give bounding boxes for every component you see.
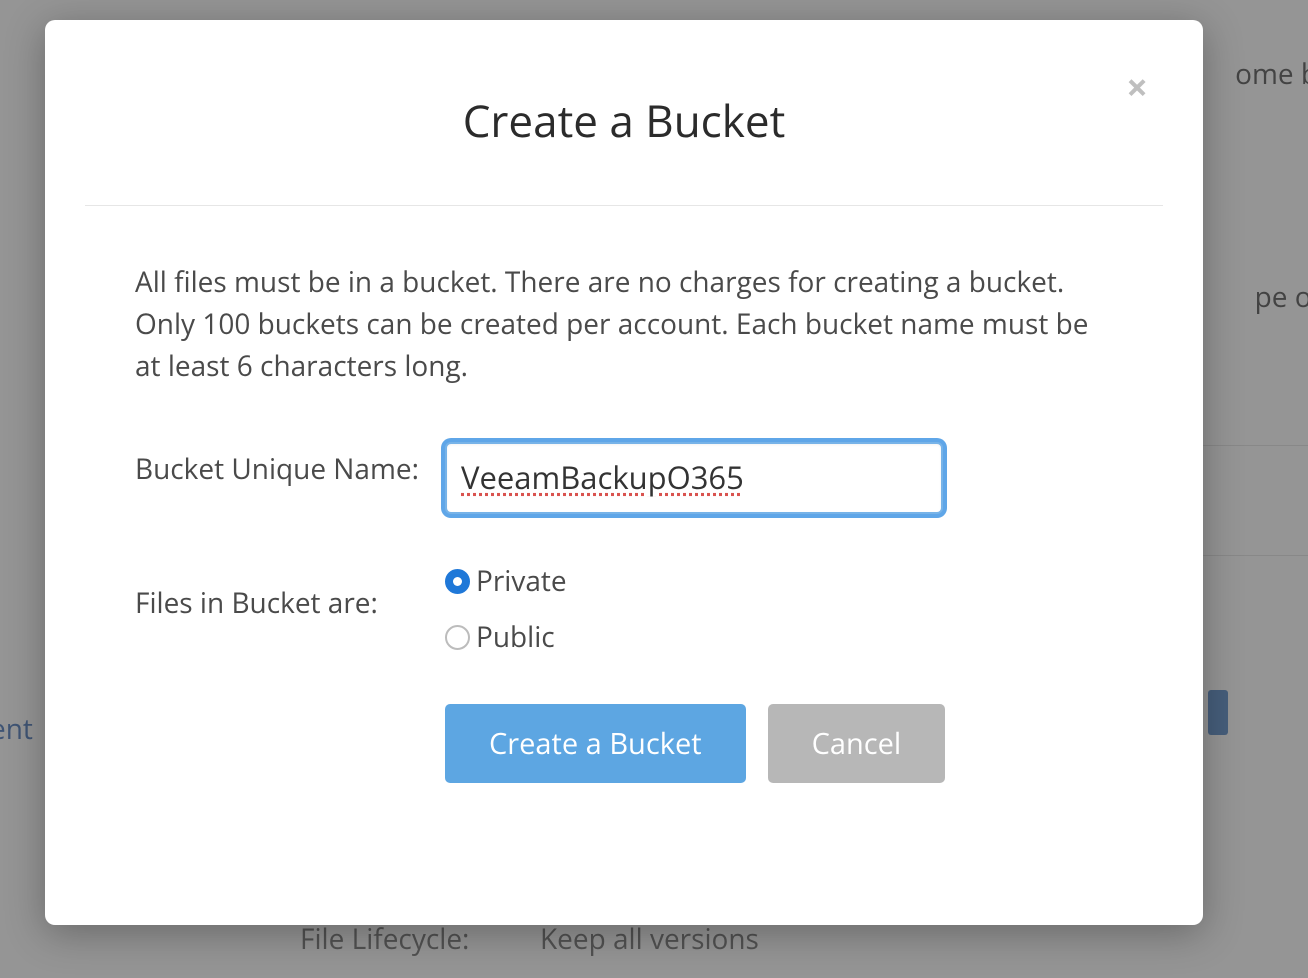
- bucket-name-input[interactable]: [445, 442, 943, 514]
- privacy-public-radio[interactable]: Public: [445, 618, 1113, 656]
- modal-description: All files must be in a bucket. There are…: [135, 261, 1113, 387]
- modal-title: Create a Bucket: [45, 20, 1203, 205]
- privacy-radio-group: Private Public: [445, 562, 1113, 656]
- privacy-private-label: Private: [476, 562, 567, 600]
- bucket-name-row: Bucket Unique Name:: [135, 442, 1113, 514]
- modal-button-row: Create a Bucket Cancel: [135, 704, 1113, 783]
- radio-unchecked-icon: [445, 625, 470, 650]
- cancel-button[interactable]: Cancel: [768, 704, 946, 783]
- files-privacy-row: Files in Bucket are: Private Public: [135, 562, 1113, 656]
- modal-body: All files must be in a bucket. There are…: [45, 206, 1203, 783]
- radio-checked-icon: [445, 569, 470, 594]
- files-privacy-label: Files in Bucket are:: [135, 562, 445, 622]
- close-icon[interactable]: ×: [1126, 68, 1148, 106]
- privacy-private-radio[interactable]: Private: [445, 562, 1113, 600]
- bucket-name-label: Bucket Unique Name:: [135, 442, 445, 488]
- create-bucket-modal: × Create a Bucket All files must be in a…: [45, 20, 1203, 925]
- privacy-public-label: Public: [476, 618, 555, 656]
- create-bucket-button[interactable]: Create a Bucket: [445, 704, 746, 783]
